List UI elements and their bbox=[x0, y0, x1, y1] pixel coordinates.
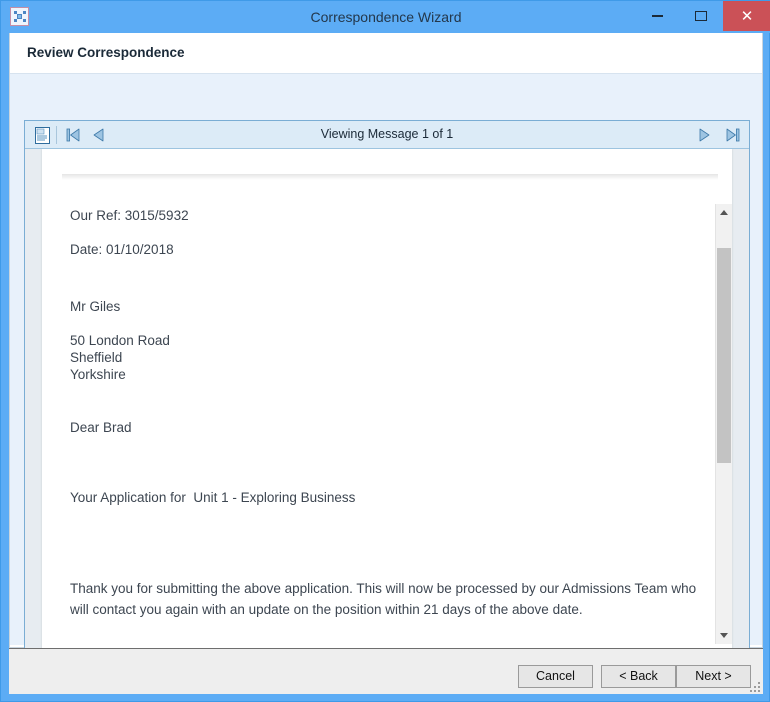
next-message-icon[interactable] bbox=[693, 125, 715, 145]
wizard-window: Correspondence Wizard ✕ Review Correspon… bbox=[0, 0, 770, 702]
our-ref-line: Our Ref: 3015/5932 bbox=[70, 208, 189, 223]
maximize-icon bbox=[695, 11, 707, 21]
window-controls: ✕ bbox=[635, 1, 770, 33]
document-surface: Our Ref: 3015/5932 Date: 01/10/2018 Mr G… bbox=[25, 149, 749, 662]
chevron-up-icon bbox=[720, 210, 728, 215]
title-bar: Correspondence Wizard ✕ bbox=[1, 1, 770, 33]
content-pane: Viewing Message 1 of 1 Our Ref: 3015/593… bbox=[10, 74, 762, 663]
letter-subject: Your Application for Unit 1 - Exploring … bbox=[70, 490, 356, 505]
message-viewer: Viewing Message 1 of 1 Our Ref: 3015/593… bbox=[24, 120, 750, 663]
previous-message-icon[interactable] bbox=[87, 125, 109, 145]
close-button[interactable]: ✕ bbox=[723, 1, 770, 31]
letterhead-rule bbox=[62, 174, 718, 180]
address-line-3: Yorkshire bbox=[70, 367, 126, 382]
toolbar-separator bbox=[56, 126, 57, 144]
address-line-2: Sheffield bbox=[70, 350, 123, 365]
letter-page: Our Ref: 3015/5932 Date: 01/10/2018 Mr G… bbox=[42, 149, 732, 662]
cancel-button[interactable]: Cancel bbox=[518, 665, 593, 688]
letter-body: Our Ref: 3015/5932 Date: 01/10/2018 Mr G… bbox=[70, 207, 710, 620]
message-status-text: Viewing Message 1 of 1 bbox=[320, 127, 454, 141]
letter-paragraph: Thank you for submitting the above appli… bbox=[70, 581, 697, 617]
recipient-name: Mr Giles bbox=[70, 299, 121, 314]
navigation-toolbar: Viewing Message 1 of 1 bbox=[25, 121, 749, 149]
document-scrollbar[interactable] bbox=[715, 204, 732, 644]
maximize-button[interactable] bbox=[679, 1, 723, 31]
address-line-1: 50 London Road bbox=[70, 333, 170, 348]
scrollbar-thumb[interactable] bbox=[717, 248, 731, 463]
first-message-icon[interactable] bbox=[62, 125, 84, 145]
salutation: Dear Brad bbox=[70, 420, 132, 435]
minimize-button[interactable] bbox=[635, 1, 679, 31]
back-button[interactable]: < Back bbox=[601, 665, 676, 688]
page-title: Review Correspondence bbox=[27, 45, 185, 60]
scroll-up-button[interactable] bbox=[716, 204, 732, 221]
resize-grip[interactable] bbox=[748, 680, 760, 692]
next-button[interactable]: Next > bbox=[676, 665, 751, 688]
client-area: Review Correspondence Viewing Message 1 … bbox=[9, 33, 763, 663]
page-header: Review Correspondence bbox=[10, 33, 762, 74]
close-icon: ✕ bbox=[740, 7, 754, 25]
document-icon[interactable] bbox=[31, 125, 53, 145]
footer-bar: Cancel < Back Next > bbox=[9, 648, 763, 694]
date-line: Date: 01/10/2018 bbox=[70, 242, 174, 257]
chevron-down-icon bbox=[720, 633, 728, 638]
scroll-down-button[interactable] bbox=[716, 627, 732, 644]
minimize-icon bbox=[651, 15, 663, 17]
last-message-icon[interactable] bbox=[721, 125, 743, 145]
